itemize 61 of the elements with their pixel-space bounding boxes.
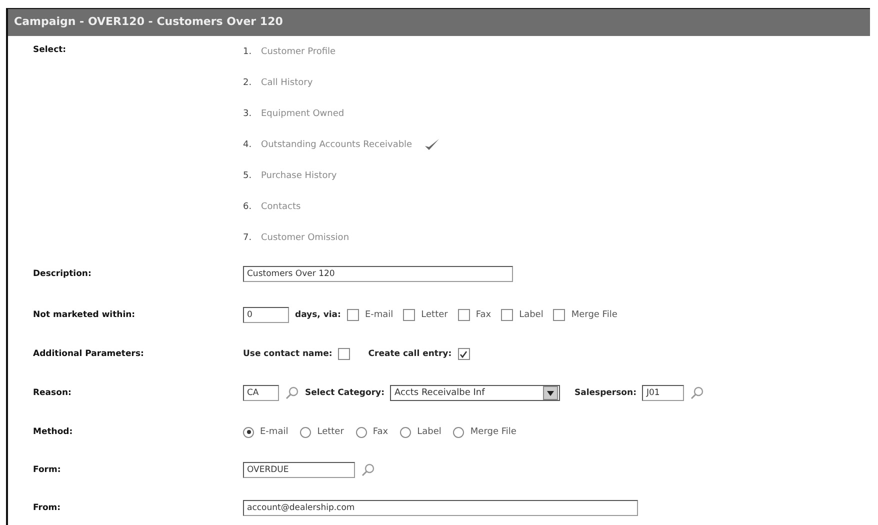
list-number: 6. [243, 202, 253, 212]
field-label: Method: [33, 427, 73, 437]
list-item[interactable]: Call History [261, 78, 313, 88]
list-item[interactable]: Customer Omission [261, 232, 350, 242]
list-number: 7. [243, 232, 253, 242]
input-field[interactable]: Customers Over 120 [243, 266, 513, 282]
radio-button[interactable] [453, 426, 464, 438]
category-dropdown[interactable]: Accts Receivalbe Inf [390, 385, 560, 401]
input-field[interactable]: OVERDUE [243, 462, 355, 478]
checkbox[interactable] [458, 309, 470, 321]
field-label: From: [33, 503, 61, 513]
checkbox[interactable] [501, 309, 514, 321]
radio-button[interactable] [356, 426, 367, 438]
list-number: 4. [243, 140, 253, 150]
list-number: 3. [243, 108, 253, 118]
checkbox[interactable] [346, 309, 359, 321]
option-label: E-mail [364, 310, 394, 320]
window-title: Campaign - OVER120 - Customers Over 120 [8, 9, 870, 36]
radio-button[interactable] [400, 426, 412, 438]
field-label: Additional Parameters: [33, 349, 144, 359]
input-field[interactable]: CA [243, 385, 279, 401]
field-label: Not marketed within: [33, 310, 136, 320]
option-label: Label [417, 427, 442, 437]
checkbox[interactable] [403, 309, 416, 321]
search-icon[interactable] [690, 386, 704, 400]
input-field[interactable]: 0 [243, 307, 289, 323]
search-icon[interactable] [285, 386, 299, 400]
option-label: Letter [317, 427, 344, 437]
list-item[interactable]: Contacts [261, 202, 301, 212]
list-number: 2. [243, 78, 253, 88]
dropdown-arrow-icon[interactable] [547, 390, 554, 396]
field-label: Salesperson: [574, 388, 636, 398]
list-item[interactable]: Purchase History [261, 170, 337, 180]
field-label: days, via: [295, 310, 341, 320]
list-item[interactable]: Equipment Owned [261, 108, 344, 118]
option-label: Letter [421, 310, 448, 320]
list-number: 1. [243, 46, 253, 56]
list-item[interactable]: Outstanding Accounts Receivable [261, 140, 412, 150]
checkbox[interactable] [553, 309, 566, 321]
option-label: Label [519, 310, 544, 320]
option-label: Fax [372, 427, 388, 437]
checkbox[interactable] [338, 348, 350, 360]
list-item[interactable]: Customer Profile [261, 46, 336, 56]
input-field[interactable]: account@dealership.com [243, 500, 638, 516]
checkbox[interactable] [458, 348, 470, 360]
input-field[interactable]: J01 [642, 385, 684, 401]
search-icon[interactable] [361, 463, 375, 477]
option-label: E-mail [260, 427, 288, 437]
option-label: Merge File [470, 427, 516, 437]
radio-button[interactable] [243, 426, 254, 438]
radio-button[interactable] [300, 426, 312, 438]
option-label: Merge File [571, 310, 618, 320]
option-label: Create call entry: [368, 349, 452, 359]
field-label: Select Category: [305, 388, 384, 398]
field-label: Form: [33, 465, 61, 475]
option-label: Use contact name: [243, 349, 332, 359]
field-label: Description: [33, 269, 92, 279]
list-number: 5. [243, 170, 253, 180]
field-label: Reason: [33, 388, 72, 398]
option-label: Fax [476, 310, 492, 320]
field-label: Select: [33, 45, 66, 55]
